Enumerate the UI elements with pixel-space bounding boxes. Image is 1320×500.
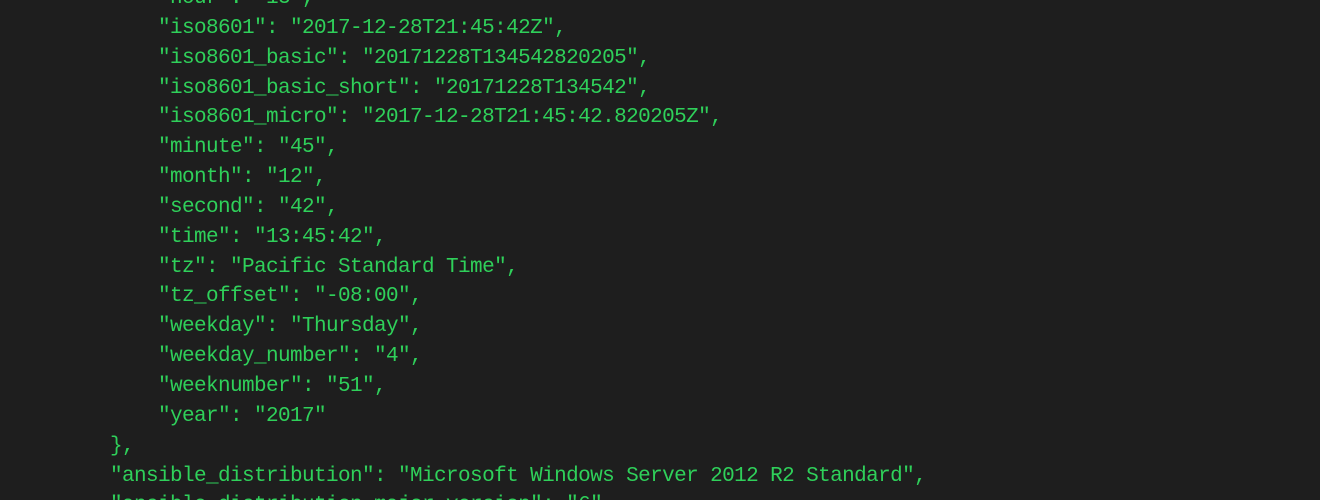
output-line-ansible-distribution-major-version: "ansible_distribution_major_version": "6… [0, 491, 1320, 500]
output-line-iso8601-basic: "iso8601_basic": "20171228T134542820205"… [110, 46, 651, 70]
output-line-hour: "hour": "13", [0, 0, 1320, 14]
output-line-time: "time": "13:45:42", [110, 225, 387, 249]
output-line-year: "year": "2017" [110, 404, 327, 428]
output-line-weekday-number: "weekday_number": "4", [110, 345, 423, 369]
output-line-closing-brace: }, [110, 434, 135, 458]
output-line-iso8601-micro: "iso8601_micro": "2017-12-28T21:45:42.82… [110, 106, 723, 130]
terminal-output: "hour": "13", "iso8601": "2017-12-28T21:… [0, 0, 1320, 500]
output-line-iso8601: "iso8601": "2017-12-28T21:45:42Z", [110, 16, 567, 40]
output-line-tz: "tz": "Pacific Standard Time", [110, 255, 519, 279]
terminal-window[interactable]: "hour": "13", "iso8601": "2017-12-28T21:… [0, 0, 1320, 500]
output-line-month: "month": "12", [110, 166, 327, 190]
output-line-minute: "minute": "45", [110, 136, 339, 160]
output-line-ansible-distribution: "ansible_distribution": "Microsoft Windo… [110, 464, 927, 488]
output-line-tz-offset: "tz_offset": "-08:00", [110, 285, 423, 309]
output-line-iso8601-basic-short: "iso8601_basic_short": "20171228T134542"… [110, 76, 651, 100]
output-line-weeknumber: "weeknumber": "51", [110, 374, 387, 398]
output-line-second: "second": "42", [110, 195, 339, 219]
output-line-weekday: "weekday": "Thursday", [110, 315, 423, 339]
